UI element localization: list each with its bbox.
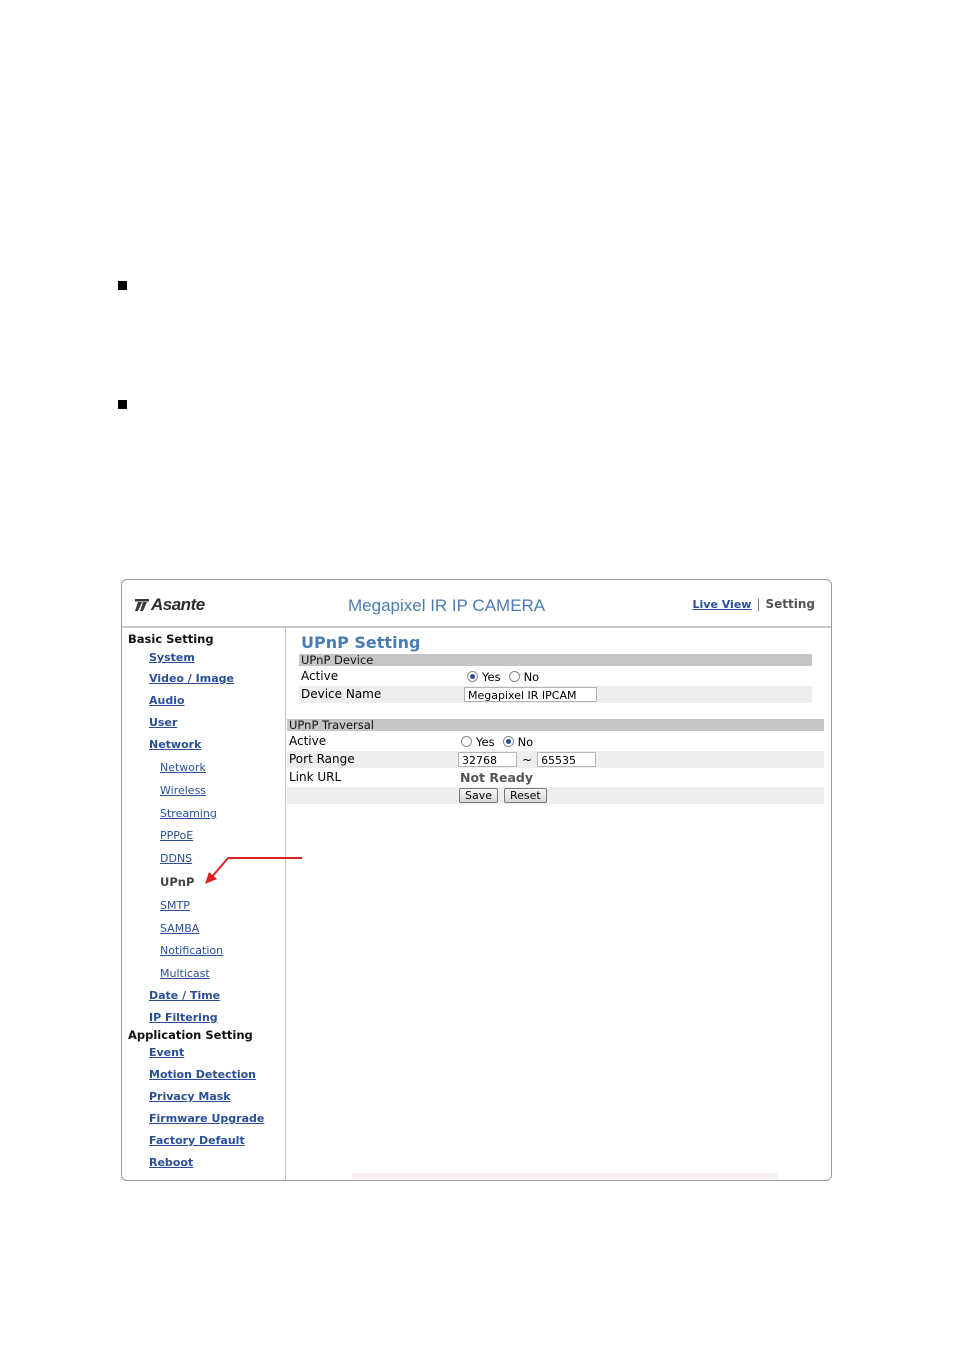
sidebar-item-privacy-mask[interactable]: Privacy Mask xyxy=(149,1090,231,1103)
asante-logo-icon xyxy=(135,599,149,611)
upnp-device-active-yes-label: Yes xyxy=(482,669,501,684)
sidebar-subitem-smtp[interactable]: SMTP xyxy=(160,899,190,912)
upnp-traversal-active-yes-radio[interactable] xyxy=(461,736,472,747)
live-view-link[interactable]: Live View xyxy=(693,598,752,611)
page-title: UPnP Setting xyxy=(301,633,421,652)
sidebar-item-video-image[interactable]: Video / Image xyxy=(149,672,234,685)
upnp-device-active-row: Active Yes No xyxy=(299,668,812,685)
save-button[interactable]: Save xyxy=(459,788,499,803)
upnp-settings-panel: UPnP Setting UPnP Device Active Yes No D… xyxy=(286,628,831,1180)
upnp-traversal-active-label: Active xyxy=(289,734,327,748)
port-range-row: Port Range 32768 ~65535 xyxy=(287,751,824,768)
upnp-device-section-header: UPnP Device xyxy=(299,654,812,666)
asante-logo: Asante xyxy=(135,595,205,615)
basic-setting-heading: Basic Setting xyxy=(128,632,214,646)
upnp-traversal-active-no-label: No xyxy=(517,734,534,749)
sidebar-subitem-network[interactable]: Network xyxy=(160,761,206,774)
link-url-label: Link URL xyxy=(289,770,342,784)
reset-button[interactable]: Reset xyxy=(504,788,547,803)
sidebar-subitem-streaming[interactable]: Streaming xyxy=(160,807,217,820)
nav-separator: | xyxy=(756,597,761,611)
upnp-device-active-radio-group: Yes No xyxy=(467,668,547,685)
port-range-separator: ~ xyxy=(522,752,533,767)
sidebar-subitem-wireless[interactable]: Wireless xyxy=(160,784,206,797)
sidebar-item-factory-default[interactable]: Factory Default xyxy=(149,1134,245,1147)
upnp-device-active-label: Active xyxy=(301,669,339,683)
port-range-end-input[interactable]: 65535 xyxy=(537,752,597,767)
sidebar-item-network[interactable]: Network xyxy=(149,738,201,751)
top-navigation: Live View | Setting xyxy=(693,597,816,611)
upnp-device-name-row: Device Name Megapixel IR IPCAM xyxy=(299,686,812,703)
header-bar: Asante Megapixel IR IP CAMERA Live View |… xyxy=(122,580,831,626)
upnp-device-active-no-radio[interactable] xyxy=(508,671,520,682)
upnp-traversal-section-header: UPnP Traversal xyxy=(287,719,824,731)
link-url-row: Link URL Not Ready xyxy=(287,769,824,786)
sidebar-subitem-upnp[interactable]: UPnP xyxy=(160,875,194,889)
bottom-strip xyxy=(352,1173,778,1179)
sidebar-subitem-samba[interactable]: SAMBA xyxy=(160,922,199,935)
settings-sidebar: Basic Setting System Video / Image Audio… xyxy=(122,628,286,1180)
annotation-arrow-icon xyxy=(205,857,302,884)
sidebar-item-system[interactable]: System xyxy=(149,651,195,664)
document-bullet-1 xyxy=(118,281,127,290)
action-buttons-row: Save Reset xyxy=(287,787,824,804)
sidebar-subitem-notification[interactable]: Notification xyxy=(160,944,223,957)
setting-link[interactable]: Setting xyxy=(766,597,816,611)
sidebar-item-ip-filtering[interactable]: IP Filtering xyxy=(149,1011,218,1024)
device-name-input[interactable]: Megapixel IR IPCAM xyxy=(464,687,597,702)
sidebar-item-motion-detection[interactable]: Motion Detection xyxy=(149,1068,256,1081)
sidebar-item-date-time[interactable]: Date / Time xyxy=(149,989,220,1002)
sidebar-item-user[interactable]: User xyxy=(149,716,177,729)
upnp-device-active-yes-radio[interactable] xyxy=(467,671,478,682)
port-range-start-input[interactable]: 32768 xyxy=(458,752,517,767)
port-range-label: Port Range xyxy=(289,752,355,766)
upnp-traversal-active-yes-label: Yes xyxy=(476,734,495,749)
sidebar-item-event[interactable]: Event xyxy=(149,1046,184,1059)
document-bullet-2 xyxy=(118,400,127,409)
sidebar-subitem-multicast[interactable]: Multicast xyxy=(160,967,210,980)
sidebar-subitem-pppoe[interactable]: PPPoE xyxy=(160,829,193,842)
upnp-device-active-no-label: No xyxy=(523,669,540,684)
sidebar-item-firmware-upgrade[interactable]: Firmware Upgrade xyxy=(149,1112,264,1125)
sidebar-item-audio[interactable]: Audio xyxy=(149,694,185,707)
upnp-traversal-active-no-radio[interactable] xyxy=(502,736,514,747)
logo-text: Asante xyxy=(151,595,205,614)
camera-title: Megapixel IR IP CAMERA xyxy=(348,596,546,615)
sidebar-subitem-ddns[interactable]: DDNS xyxy=(160,852,192,865)
link-url-status: Not Ready xyxy=(460,770,534,785)
upnp-traversal-active-radio-group: Yes No xyxy=(461,733,541,750)
sidebar-item-reboot[interactable]: Reboot xyxy=(149,1156,193,1169)
application-setting-heading: Application Setting xyxy=(128,1028,253,1042)
upnp-traversal-active-row: Active Yes No xyxy=(287,733,824,750)
device-name-label: Device Name xyxy=(301,687,382,701)
